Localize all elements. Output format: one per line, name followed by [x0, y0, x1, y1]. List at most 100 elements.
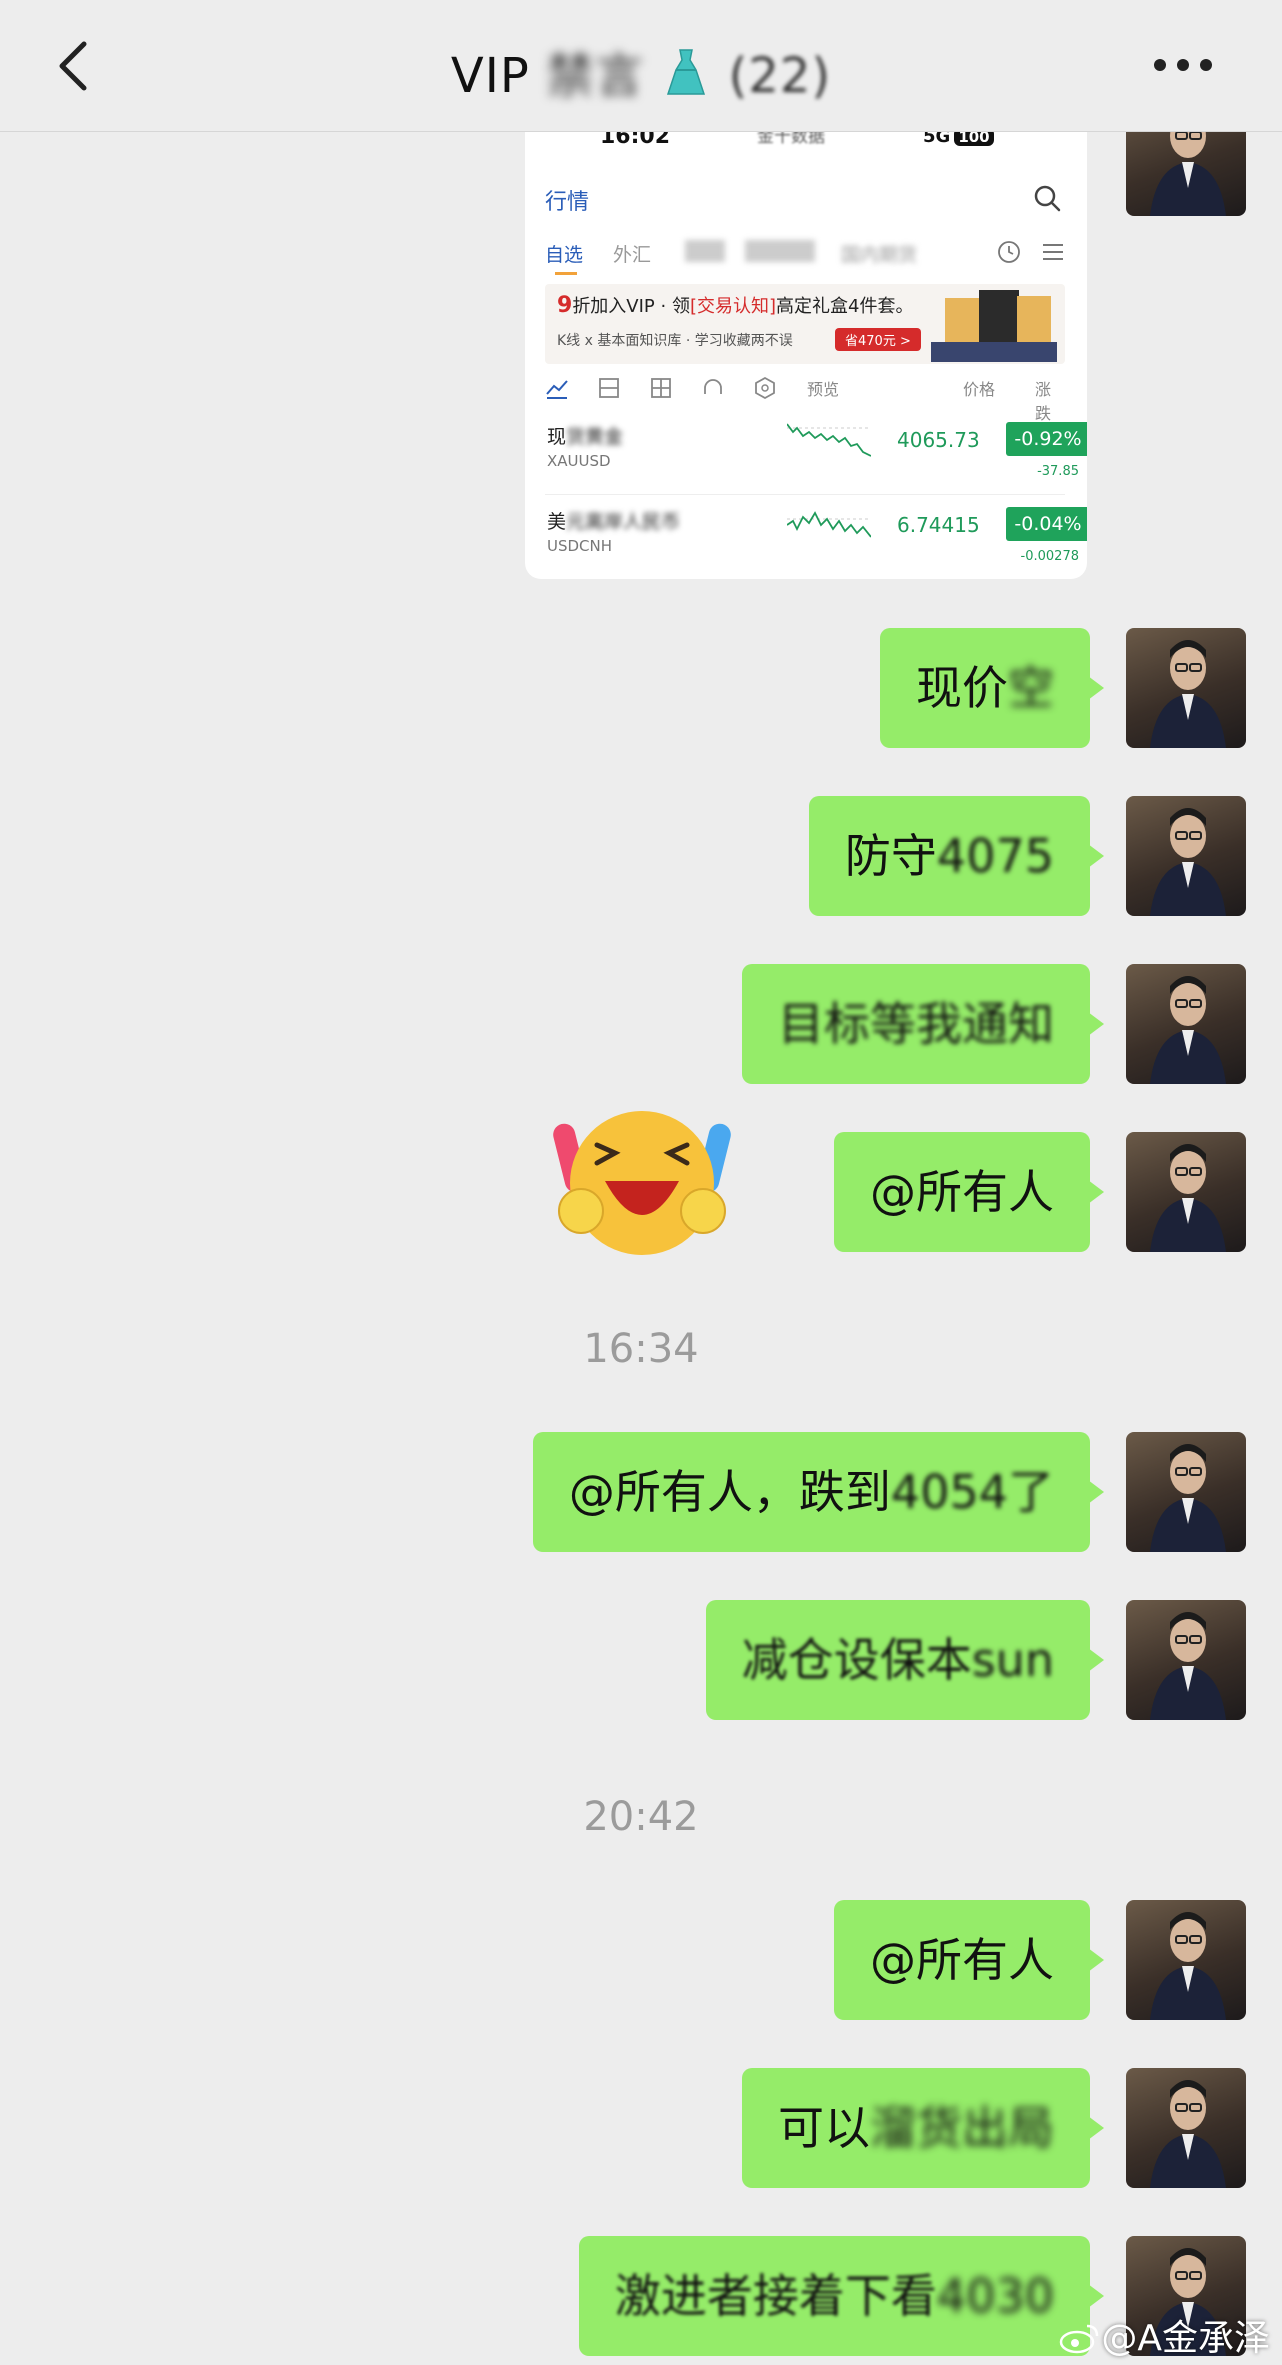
message-timestamp: 20:42 [583, 1794, 699, 1840]
chat-title: VIP 禁言 (22) [0, 36, 1282, 106]
message-bubble[interactable]: 激进者接着下看4030 [578, 2236, 1105, 2356]
avatar[interactable] [1126, 1432, 1246, 1552]
quote-name-blurred: 元离岸人民币 [566, 511, 681, 533]
message-text: 可以 [778, 2101, 870, 2155]
grid-view-icon [651, 378, 671, 398]
message-text: @所有人 [870, 1165, 1054, 1219]
message-text: @所有人，跌到 [568, 1465, 891, 1519]
market-tabs: 自选 外汇 国内期货 [545, 240, 1067, 270]
banner-highlight: [交易认知] [689, 296, 777, 317]
sparkline-chart [787, 423, 871, 457]
person-portrait-icon [1150, 640, 1226, 748]
tab-watchlist: 自选 [545, 244, 584, 266]
message-bubble[interactable]: @所有人 [834, 1900, 1104, 2020]
banner-text-1: 折加入VIP · 领 [572, 296, 690, 317]
hexagon-icon [755, 376, 775, 400]
status-network: 5G 100 [923, 132, 994, 147]
market-header-title: 行情 [545, 190, 590, 215]
avatar[interactable] [1126, 2068, 1246, 2188]
person-portrait-icon [1150, 1912, 1226, 2020]
quote-abs-change: -37.85 [1037, 464, 1079, 479]
person-portrait-icon [1150, 2080, 1226, 2188]
banner-subtext: K线 x 基本面知识库 · 学习收藏两不误 [557, 333, 793, 349]
avatar[interactable] [1126, 796, 1246, 916]
active-tab-underline [555, 272, 577, 275]
message-text-blurred: 空 [1008, 661, 1054, 715]
quote-change-badge: -0.04% [1006, 507, 1087, 541]
watermark-text: @A金承泽 [1101, 2318, 1270, 2359]
message-text: 现价 [916, 661, 1008, 715]
col-price: 价格 [963, 380, 996, 399]
quote-name-visible: 现 [547, 426, 567, 448]
headphones-icon [704, 379, 722, 394]
message-text-blurred: 4075 [936, 829, 1054, 883]
avatar[interactable] [1126, 1900, 1246, 2020]
message-text-blurred: 溜货出局 [870, 2101, 1054, 2155]
quote-change-badge: -0.92% [1006, 422, 1087, 456]
avatar[interactable] [1126, 1132, 1246, 1252]
message-bubble[interactable]: 减仓设保本sun [705, 1600, 1105, 1720]
message-text: 防守 [844, 829, 937, 883]
menu-icon [1043, 244, 1063, 260]
person-portrait-icon [1150, 1612, 1226, 1720]
avatar[interactable] [1126, 964, 1246, 1084]
tab-blurred-1 [685, 240, 725, 262]
status-time: 16:02 [600, 132, 671, 149]
quote-name: 美元离岸人民币 [547, 507, 680, 534]
message-text: 减仓设保本 [741, 1633, 972, 1687]
title-count: (22) [728, 48, 832, 104]
person-portrait-icon [1150, 976, 1226, 1084]
banner-discount: 9 [557, 293, 573, 318]
message-bubble[interactable]: 防守4075 [808, 796, 1105, 916]
more-options-icon[interactable] [1154, 56, 1226, 76]
chat-header: VIP 禁言 (22) [0, 0, 1282, 132]
message-text: @所有人 [870, 1933, 1054, 1987]
vip-promo-banner: 9折加入VIP · 领[交易认知]高定礼盒4件套。 K线 x 基本面知识库 · … [545, 284, 1065, 364]
status-app: 金十数据 [757, 132, 825, 147]
quote-price: 4065.73 [897, 428, 980, 452]
list-view-icon [599, 378, 619, 398]
message-bubble[interactable]: 现价空 [880, 628, 1104, 748]
quote-row: 美元离岸人民币 USDCNH 6.74415 -0.04% -0.00278 [545, 494, 1087, 576]
message-bubble[interactable]: 可以溜货出局 [742, 2068, 1104, 2188]
dress-emoji-icon [667, 49, 706, 95]
avatar[interactable] [1126, 1600, 1246, 1720]
message-bubble[interactable]: 目标等我通知 [742, 964, 1104, 1084]
col-preview: 预览 [807, 380, 840, 399]
banner-headline: 9折加入VIP · 领[交易认知]高定礼盒4件套。 [557, 292, 913, 318]
message-text-blurred: sun [971, 1633, 1054, 1687]
tab-blurred-2 [745, 240, 815, 262]
battery-icon: 100 [954, 132, 994, 146]
message-bubble[interactable]: @所有人，跌到4054了 [532, 1432, 1105, 1552]
message-text: 激进者接着下看 [614, 2269, 937, 2323]
quote-code: XAUUSD [547, 452, 611, 470]
quote-name: 现货黄金 [547, 422, 623, 449]
phone-status-bar: 16:02 金十数据 5G 100 [525, 132, 1087, 154]
person-portrait-icon [1150, 1144, 1226, 1252]
line-chart-icon [546, 380, 568, 399]
quote-price: 6.74415 [897, 513, 980, 537]
title-blurred-text: 禁言 [546, 48, 645, 104]
quote-name-blurred: 货黄金 [566, 426, 624, 448]
quote-abs-change: -0.00278 [1020, 549, 1079, 564]
message-text-blurred: 4030 [936, 2269, 1054, 2323]
gift-bags-icon [931, 290, 1057, 362]
avatar[interactable] [1126, 628, 1246, 748]
search-icon [1034, 185, 1061, 212]
message-bubble[interactable]: @所有人 [834, 1132, 1104, 1252]
network-label: 5G [923, 132, 951, 147]
tab-forex: 外汇 [613, 244, 652, 266]
quote-code: USDCNH [547, 537, 613, 555]
sparkline-chart [787, 511, 871, 538]
weibo-logo-icon [1060, 2324, 1099, 2354]
market-screenshot-image[interactable]: 16:02 金十数据 5G 100 行情 自选 外汇 国内期货 9折加入VIP ·… [525, 132, 1087, 579]
clock-icon [998, 241, 1020, 263]
list-toolbar: 预览 价格 涨跌 [545, 374, 1065, 423]
quote-name-visible: 美 [547, 511, 567, 533]
laughing-emoji-sticker[interactable] [553, 1093, 731, 1259]
person-portrait-icon [1150, 808, 1226, 916]
quote-row: 现货黄金 XAUUSD 4065.73 -0.92% -37.85 [545, 410, 1087, 492]
banner-text-2: 高定礼盒4件套。 [776, 296, 914, 317]
message-text-blurred: 4054了 [890, 1465, 1054, 1519]
tab-futures: 国内期货 [841, 244, 918, 266]
